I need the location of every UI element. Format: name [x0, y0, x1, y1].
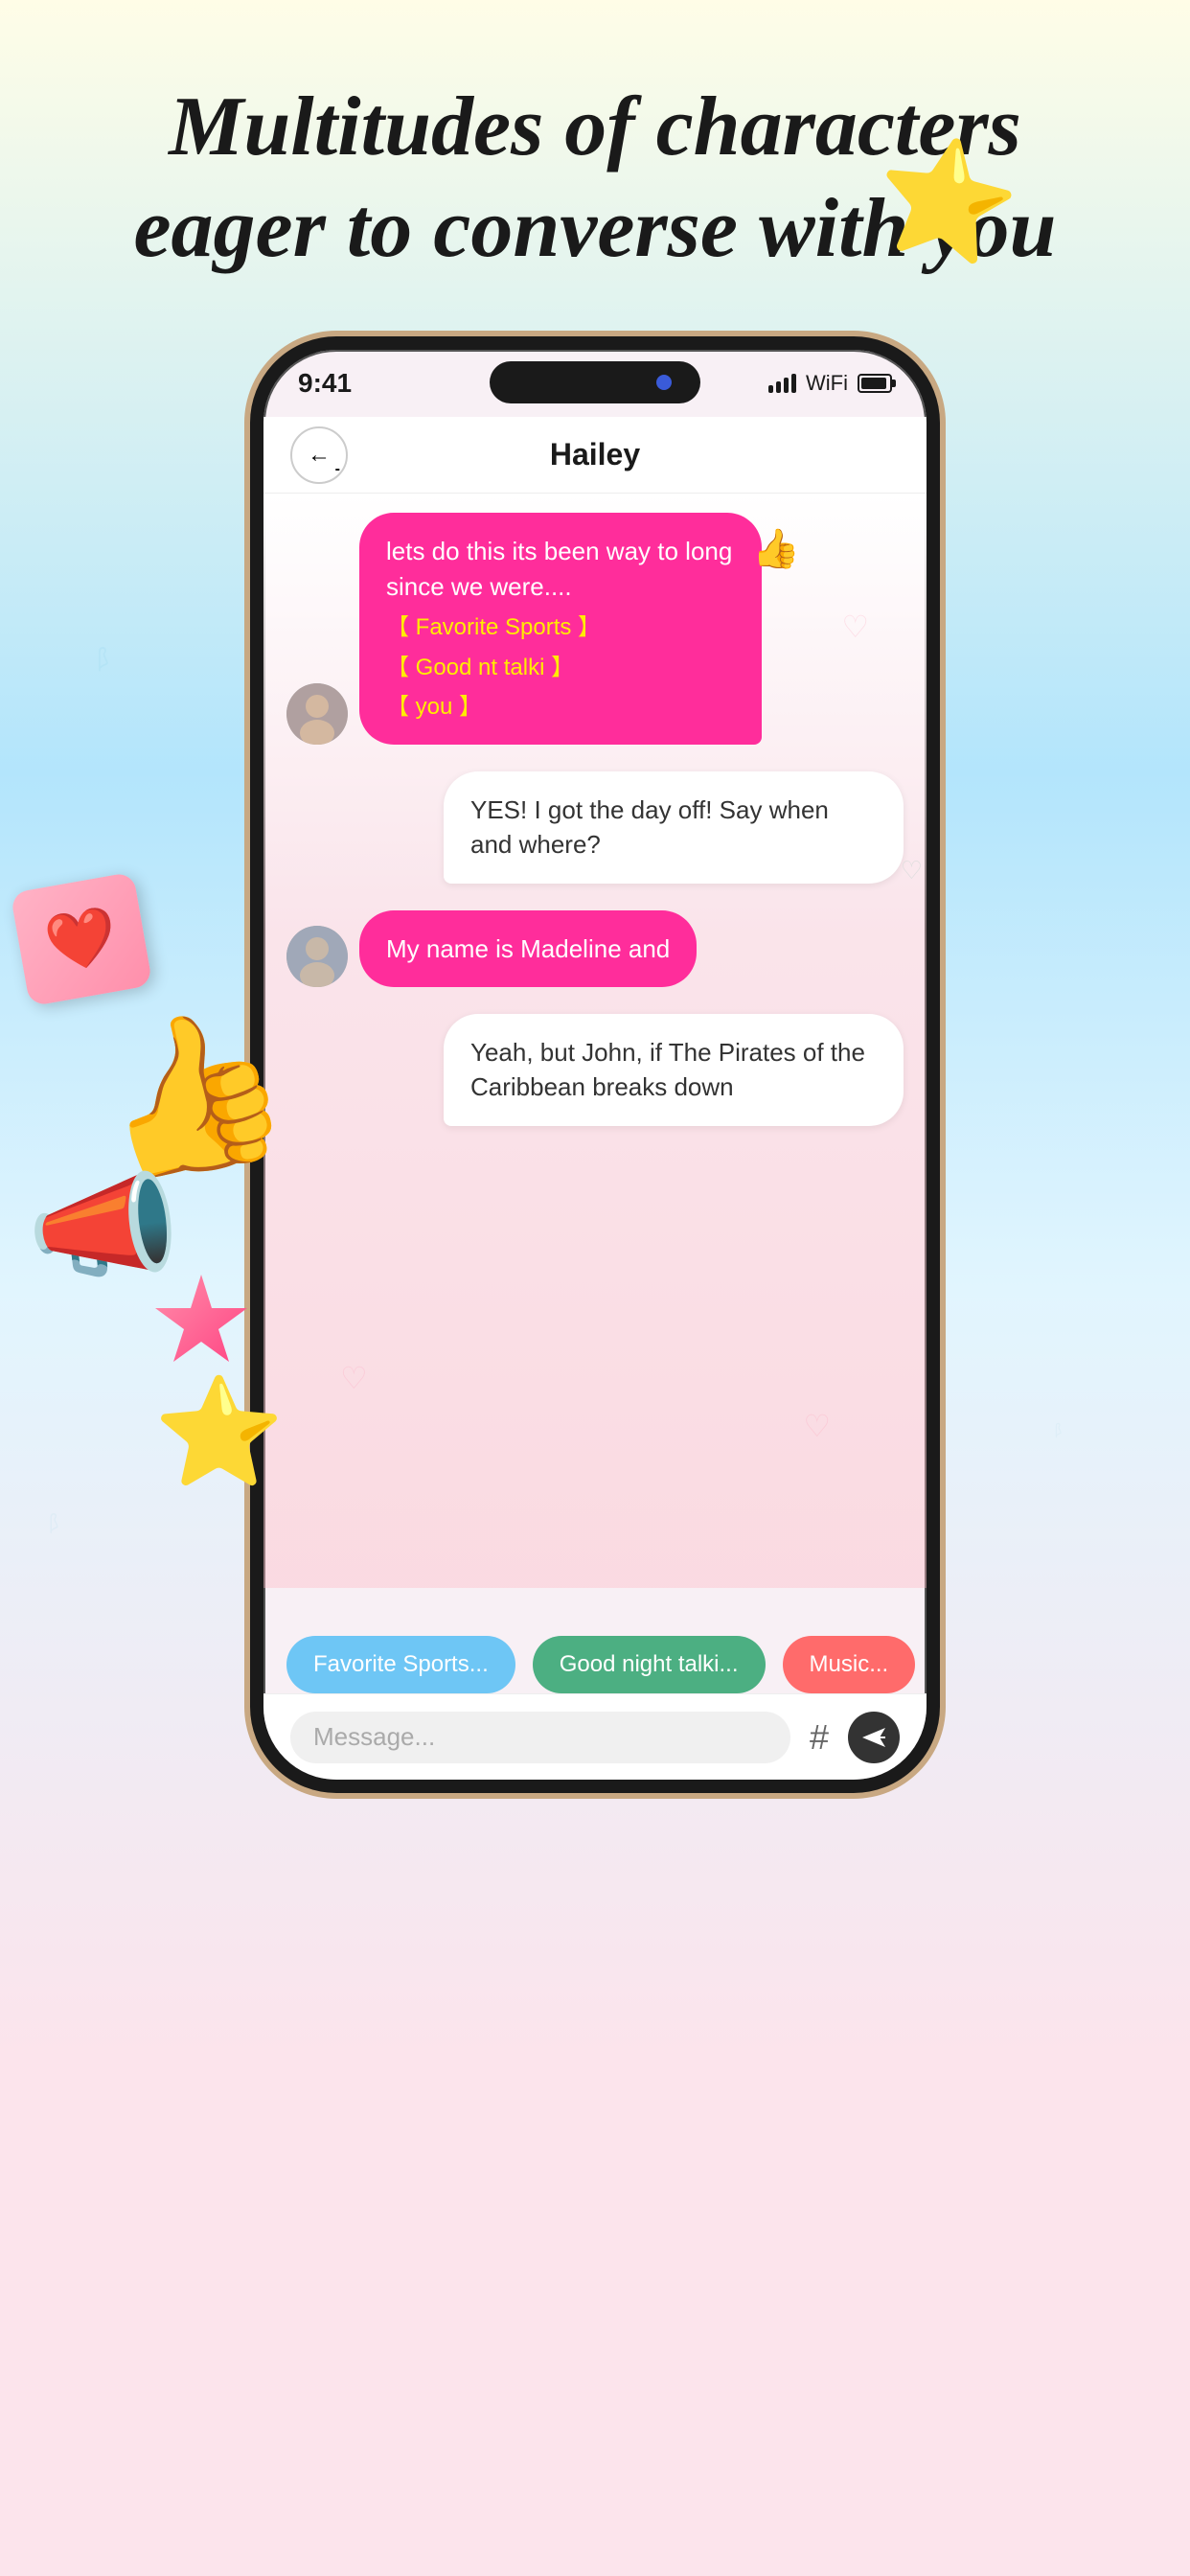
- message-row: Yeah, but John, if The Pirates of the Ca…: [286, 1014, 904, 1126]
- wifi-icon: WiFi: [806, 371, 848, 396]
- message-bubble: lets do this its been way to long since …: [359, 513, 762, 745]
- avatar: [286, 683, 348, 745]
- quick-reply-music[interactable]: Music...: [783, 1636, 916, 1693]
- notch-camera: [656, 375, 672, 390]
- quick-reply-sports[interactable]: Favorite Sports...: [286, 1636, 515, 1693]
- message-row: lets do this its been way to long since …: [286, 513, 904, 745]
- heart-reaction: ♡: [901, 853, 923, 887]
- battery-icon: [858, 374, 892, 393]
- status-icons: WiFi: [768, 371, 892, 396]
- signal-icon: [768, 374, 796, 393]
- quick-reply-goodnight[interactable]: Good night talki...: [533, 1636, 766, 1693]
- quick-replies: Favorite Sports... Good night talki... M…: [263, 1636, 927, 1693]
- send-button[interactable]: [848, 1712, 900, 1763]
- avatar: [286, 926, 348, 987]
- message-bubble: Yeah, but John, if The Pirates of the Ca…: [444, 1014, 904, 1126]
- message-input[interactable]: Message...: [290, 1712, 790, 1763]
- phone-notch: [490, 361, 700, 403]
- back-button[interactable]: ← -: [290, 426, 348, 484]
- hashtag-button[interactable]: #: [810, 1717, 829, 1758]
- message-bubble: YES! I got the day off! Say when and whe…: [444, 771, 904, 884]
- message-bubble-madeline: My name is Madeline and: [359, 910, 697, 987]
- thumbs-up-reaction: 👍: [752, 522, 800, 576]
- phone-frame: 9:41 WiFi ← - Hailey: [250, 336, 940, 1793]
- status-time: 9:41: [298, 368, 352, 399]
- header-section: Multitudes of characters eager to conver…: [0, 0, 1190, 317]
- message-row: My name is Madeline and: [286, 910, 904, 987]
- star-decoration: ⭐: [864, 123, 1028, 280]
- chat-title: Hailey: [550, 437, 640, 472]
- input-bar: Message... #: [263, 1693, 927, 1780]
- chat-area[interactable]: ♡ ♡ ♡ ♡ lets do this its been way to lon…: [263, 494, 927, 1588]
- chat-header: ← - Hailey: [263, 417, 927, 494]
- phone-wrapper: 9:41 WiFi ← - Hailey: [0, 336, 1190, 1793]
- message-row: YES! I got the day off! Say when and whe…: [286, 771, 904, 884]
